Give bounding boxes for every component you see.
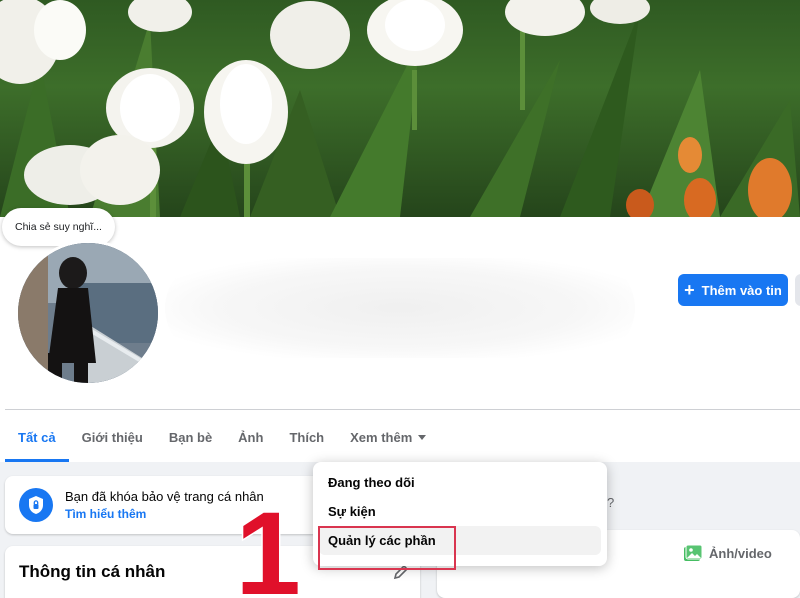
tab-label: Xem thêm bbox=[350, 429, 413, 445]
caret-down-icon bbox=[418, 434, 427, 440]
plus-icon: + bbox=[684, 280, 695, 300]
tab-photos[interactable]: Ảnh bbox=[225, 412, 276, 462]
tab-likes[interactable]: Thích bbox=[276, 412, 337, 462]
tab-label: Tất cả bbox=[18, 429, 56, 445]
avatar[interactable] bbox=[15, 240, 161, 386]
lock-notice-title: Bạn đã khóa bảo vệ trang cá nhân bbox=[65, 489, 264, 504]
composer-placeholder: ? bbox=[607, 494, 615, 510]
photo-icon bbox=[684, 544, 703, 561]
cover-photo[interactable] bbox=[0, 0, 800, 217]
personal-info-title: Thông tin cá nhân bbox=[19, 562, 166, 581]
tab-friends[interactable]: Bạn bè bbox=[156, 412, 225, 462]
photo-video-button[interactable]: Ảnh/video bbox=[683, 544, 772, 562]
learn-more-link[interactable]: Tìm hiểu thêm bbox=[65, 507, 264, 521]
tab-label: Ảnh bbox=[238, 429, 264, 445]
profile-photo bbox=[18, 243, 158, 383]
shield-icon bbox=[19, 488, 53, 522]
step-number-text: 1 bbox=[238, 488, 298, 598]
tab-all[interactable]: Tất cả bbox=[5, 412, 69, 462]
step-number: 1 bbox=[238, 487, 298, 598]
photo-video-label: Ảnh/video bbox=[709, 545, 772, 561]
edit-profile-button[interactable] bbox=[795, 274, 800, 306]
tulip-image bbox=[0, 0, 800, 217]
menu-item-events[interactable]: Sự kiện bbox=[319, 497, 601, 526]
tab-more[interactable]: Xem thêm bbox=[337, 412, 439, 462]
profile-tabs: Tất cả Giới thiệu Bạn bè Ảnh Thích Xem t… bbox=[5, 412, 439, 462]
highlight-box bbox=[318, 526, 456, 570]
add-to-story-label: Thêm vào tin bbox=[701, 282, 782, 298]
tab-label: Thích bbox=[289, 429, 325, 445]
tab-label: Giới thiệu bbox=[81, 429, 143, 445]
divider bbox=[5, 409, 800, 410]
menu-item-following[interactable]: Đang theo dõi bbox=[319, 468, 601, 497]
tab-about[interactable]: Giới thiệu bbox=[69, 412, 156, 462]
tab-label: Bạn bè bbox=[168, 429, 213, 445]
profile-name-redacted bbox=[165, 258, 635, 358]
add-to-story-button[interactable]: + Thêm vào tin bbox=[678, 274, 788, 306]
